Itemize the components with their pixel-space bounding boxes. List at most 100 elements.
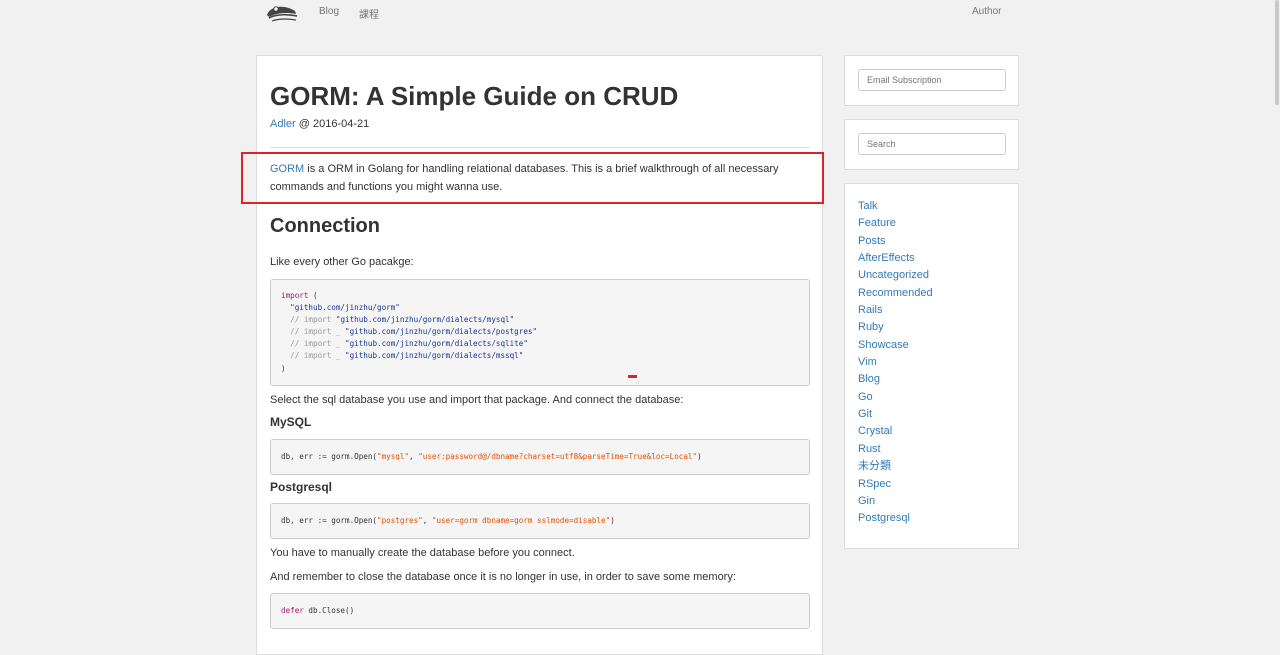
- code-string: "github.com/jinzhu/gorm/dialects/sqlite": [345, 339, 528, 348]
- close-db-text: And remember to close the database once …: [270, 571, 736, 583]
- list-item: Talk: [858, 198, 933, 215]
- like-text: Like every other Go pacakge:: [270, 256, 414, 268]
- code-text: db.Close(): [303, 606, 355, 615]
- post-date: 2016-04-21: [312, 118, 370, 130]
- category-link-aftereffects[interactable]: AfterEffects: [858, 252, 915, 264]
- list-item: Posts: [858, 233, 933, 250]
- category-link-crystal[interactable]: Crystal: [858, 425, 892, 437]
- category-link-git[interactable]: Git: [858, 408, 872, 420]
- code-text: db, err := gorm.Open(: [281, 452, 378, 461]
- categories-panel: Talk Feature Posts AfterEffects Uncatego…: [844, 183, 1019, 549]
- logo-icon[interactable]: [264, 1, 300, 25]
- code-string: "user:password@/dbname?charset=utf8&pars…: [418, 452, 698, 461]
- email-subscription-panel: [844, 55, 1019, 106]
- code-keyword: import: [281, 291, 309, 300]
- code-line: db, err := gorm.Open("postgres", "user=g…: [281, 516, 615, 525]
- code-string: "user=gorm dbname=gorm sslmode=disable": [431, 516, 611, 525]
- list-item: Vim: [858, 354, 933, 371]
- code-string: "github.com/jinzhu/gorm/dialects/mysql": [335, 315, 515, 324]
- category-link-rust[interactable]: Rust: [858, 443, 881, 455]
- code-line: // import _ "github.com/jinzhu/gorm/dial…: [281, 327, 537, 336]
- list-item: Showcase: [858, 337, 933, 354]
- list-item: Blog: [858, 371, 933, 388]
- code-string: "github.com/jinzhu/gorm/dialects/postgre…: [345, 327, 538, 336]
- list-item: Rails: [858, 302, 933, 319]
- import-code-block: import ( "github.com/jinzhu/gorm" // imp…: [270, 279, 810, 386]
- select-text: Select the sql database you use and impo…: [270, 394, 684, 406]
- code-text: ,: [422, 516, 432, 525]
- mysql-code-block: db, err := gorm.Open("mysql", "user:pass…: [270, 439, 810, 475]
- top-navbar: Blog 課程 Author: [0, 0, 1280, 30]
- category-link-rspec[interactable]: RSpec: [858, 478, 891, 490]
- list-item: Crystal: [858, 423, 933, 440]
- category-link-uncategorized[interactable]: Uncategorized: [858, 269, 929, 281]
- code-line: db, err := gorm.Open("mysql", "user:pass…: [281, 452, 702, 461]
- list-item: 未分類: [858, 458, 933, 475]
- code-line: defer db.Close(): [281, 606, 354, 615]
- post-title: GORM: A Simple Guide on CRUD: [270, 81, 679, 111]
- mysql-heading: MySQL: [270, 415, 312, 429]
- nav-author-link[interactable]: Author: [972, 6, 1001, 17]
- page-scrollbar[interactable]: [1272, 0, 1280, 634]
- meta-divider: [270, 147, 810, 148]
- code-line: // import "github.com/jinzhu/gorm/dialec…: [281, 315, 514, 324]
- meta-separator: @: [295, 118, 313, 130]
- postgresql-heading: Postgresql: [270, 480, 333, 494]
- author-link[interactable]: Adler: [270, 118, 296, 130]
- code-line: "github.com/jinzhu/gorm": [281, 303, 400, 312]
- search-panel: [844, 119, 1019, 170]
- list-item: AfterEffects: [858, 250, 933, 267]
- code-keyword: defer: [281, 606, 304, 615]
- list-item: Postgresql: [858, 510, 933, 527]
- category-link-posts[interactable]: Posts: [858, 235, 886, 247]
- email-subscription-input[interactable]: [858, 69, 1006, 91]
- post-meta: Adler @ 2016-04-21: [270, 118, 369, 130]
- category-link-postgresql[interactable]: Postgresql: [858, 512, 910, 524]
- code-text: ): [610, 516, 615, 525]
- code-string: "mysql": [377, 452, 410, 461]
- list-item: Recommended: [858, 285, 933, 302]
- category-link-vim[interactable]: Vim: [858, 356, 877, 368]
- category-link-showcase[interactable]: Showcase: [858, 339, 909, 351]
- code-string: "postgres": [377, 516, 423, 525]
- connection-heading: Connection: [270, 215, 380, 237]
- code-text: db, err := gorm.Open(: [281, 516, 378, 525]
- list-item: Gin: [858, 493, 933, 510]
- list-item: Go: [858, 389, 933, 406]
- category-link-blog[interactable]: Blog: [858, 373, 880, 385]
- list-item: Uncategorized: [858, 267, 933, 284]
- list-item: Git: [858, 406, 933, 423]
- category-link-uncategorized-zh[interactable]: 未分類: [858, 460, 891, 472]
- defer-code-block: defer db.Close(): [270, 593, 810, 629]
- manual-create-text: You have to manually create the database…: [270, 547, 575, 559]
- code-comment: // import _: [281, 339, 346, 348]
- list-item: Ruby: [858, 319, 933, 336]
- code-text: (: [308, 291, 318, 300]
- cursor-marker: [628, 375, 637, 378]
- code-text: ,: [409, 452, 419, 461]
- code-string: "github.com/jinzhu/gorm/dialects/mssql": [345, 351, 524, 360]
- category-link-go[interactable]: Go: [858, 391, 873, 403]
- scrollbar-thumb[interactable]: [1275, 0, 1279, 105]
- postgresql-code-block: db, err := gorm.Open("postgres", "user=g…: [270, 503, 810, 539]
- code-line: import (: [281, 291, 318, 300]
- category-list: Talk Feature Posts AfterEffects Uncatego…: [858, 198, 933, 528]
- list-item: RSpec: [858, 476, 933, 493]
- category-link-gin[interactable]: Gin: [858, 495, 875, 507]
- code-comment: // import _: [281, 327, 346, 336]
- category-link-feature[interactable]: Feature: [858, 217, 896, 229]
- code-comment: // import: [281, 315, 336, 324]
- code-comment: // import _: [281, 351, 346, 360]
- category-link-recommended[interactable]: Recommended: [858, 287, 933, 299]
- code-text: ): [697, 452, 702, 461]
- code-line: // import _ "github.com/jinzhu/gorm/dial…: [281, 339, 528, 348]
- category-link-ruby[interactable]: Ruby: [858, 321, 884, 333]
- nav-courses-link[interactable]: 課程: [359, 6, 379, 21]
- nav-blog-link[interactable]: Blog: [319, 6, 339, 17]
- category-link-rails[interactable]: Rails: [858, 304, 882, 316]
- search-input[interactable]: [858, 133, 1006, 155]
- article-panel: GORM: A Simple Guide on CRUD Adler @ 201…: [256, 55, 823, 655]
- code-line: // import _ "github.com/jinzhu/gorm/dial…: [281, 351, 523, 360]
- category-link-talk[interactable]: Talk: [858, 200, 878, 212]
- list-item: Rust: [858, 441, 933, 458]
